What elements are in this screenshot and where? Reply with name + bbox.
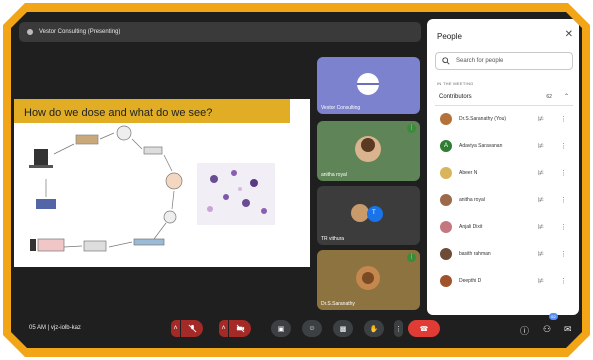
avatar: [440, 248, 452, 260]
tile-initial: T: [372, 210, 376, 216]
info-icon[interactable]: ⓘ: [520, 324, 529, 337]
captions-icon[interactable]: ▣: [271, 320, 291, 337]
panel-title: People: [437, 32, 462, 41]
mic-off-icon[interactable]: ⊭: [536, 115, 546, 123]
present-icon[interactable]: ▩: [333, 320, 353, 337]
more-icon[interactable]: ⋮: [560, 277, 567, 285]
mic-off-icon[interactable]: ⊭: [536, 250, 546, 258]
participant-name: Adaviya Saravanan: [459, 143, 503, 149]
participant-name: Deepthi D: [459, 278, 482, 284]
mic-off-icon[interactable]: ⊭: [536, 277, 546, 285]
shared-slide: How do we dose and what do we see?: [14, 99, 310, 267]
more-icon[interactable]: ⋮: [560, 115, 567, 123]
more-icon[interactable]: ⋮: [394, 320, 403, 337]
participant-tile[interactable]: ⋮ anitha royal: [317, 121, 420, 181]
raise-hand-icon[interactable]: ✋: [364, 320, 384, 337]
more-icon[interactable]: ⋮: [560, 250, 567, 258]
presenting-bar: Vestor Consulting (Presenting): [19, 22, 421, 42]
meeting-info: 05 AM | vjz-iolb-kaz: [29, 325, 81, 331]
search-input[interactable]: Search for people: [435, 52, 573, 70]
participant-name: basith rahman: [459, 251, 491, 257]
chevron-up-icon[interactable]: ⌃: [564, 93, 569, 100]
participant-name: Anjali Dixit: [459, 224, 483, 230]
participant-row[interactable]: Dr.S.Saranathy (You) ⊭ ⋮: [435, 110, 573, 128]
tile-name: anitha royal: [321, 172, 347, 178]
meeting-code: vjz-iolb-kaz: [50, 325, 81, 331]
participant-row[interactable]: Anjali Dixit ⊭ ⋮: [435, 218, 573, 236]
slide-diagram: [29, 125, 275, 252]
participant-row[interactable]: Abeer N ⊭ ⋮: [435, 164, 573, 182]
mic-off-icon[interactable]: ⊭: [536, 196, 546, 204]
presenter-avatar-icon: [27, 29, 33, 35]
in-meeting-label: IN THE MEETING: [437, 81, 474, 86]
tile-name: Dr.S.Saranathy: [321, 301, 355, 307]
contributors-label: Contributors: [439, 93, 472, 100]
presenting-label: Vestor Consulting (Presenting): [39, 29, 121, 35]
audio-indicator-icon: ⋮: [407, 253, 416, 262]
camera-off-icon[interactable]: [229, 320, 251, 337]
participant-name: Dr.S.Saranathy (You): [459, 116, 507, 122]
more-icon[interactable]: ⋮: [560, 169, 567, 177]
mic-options-button[interactable]: ˄: [171, 320, 180, 337]
participant-tile[interactable]: Vestor Consulting: [317, 57, 420, 114]
separator: |: [47, 325, 50, 331]
people-panel: People ✕ Search for people IN THE MEETIN…: [427, 19, 579, 315]
mic-off-icon[interactable]: ⊭: [536, 142, 546, 150]
participants-badge: 62: [549, 313, 558, 320]
more-icon[interactable]: ⋮: [560, 142, 567, 150]
avatar: [440, 194, 452, 206]
people-icon[interactable]: ⚇: [543, 324, 551, 335]
avatar: A: [440, 140, 452, 152]
contributors-header[interactable]: Contributors 62 ⌃: [435, 88, 573, 106]
participant-row[interactable]: basith rahman ⊭ ⋮: [435, 245, 573, 263]
participant-row[interactable]: Deepthi D ⊭ ⋮: [435, 272, 573, 290]
mic-off-icon[interactable]: ⊭: [536, 223, 546, 231]
participant-row[interactable]: anitha royal ⊭ ⋮: [435, 191, 573, 209]
participant-name: Abeer N: [459, 170, 478, 176]
avatar: [440, 275, 452, 287]
tile-name: Vestor Consulting: [321, 105, 361, 111]
process-diagram: [29, 125, 183, 252]
more-icon[interactable]: ⋮: [560, 196, 567, 204]
emoji-icon[interactable]: ☺: [302, 320, 322, 337]
meet-window: Vestor Consulting (Presenting) How do we…: [11, 12, 582, 348]
search-icon: [442, 57, 450, 65]
more-icon[interactable]: ⋮: [560, 223, 567, 231]
cell-micrograph: [197, 163, 275, 225]
camera-options-button[interactable]: ˄: [219, 320, 228, 337]
participant-tile[interactable]: T TR vithura: [317, 186, 420, 245]
avatar: [440, 221, 452, 233]
avatar: [440, 113, 452, 125]
meeting-time: 05 AM: [29, 325, 47, 331]
contributors-count: 62: [546, 93, 552, 100]
end-call-icon[interactable]: ☎: [408, 320, 440, 337]
participant-name: anitha royal: [459, 197, 485, 203]
chat-icon[interactable]: ✉: [564, 324, 572, 335]
mic-off-icon[interactable]: ⊭: [536, 169, 546, 177]
mic-off-icon[interactable]: [181, 320, 203, 337]
close-icon[interactable]: ✕: [565, 29, 573, 40]
tile-name: TR vithura: [321, 236, 345, 242]
avatar: [440, 167, 452, 179]
participant-row[interactable]: A Adaviya Saravanan ⊭ ⋮: [435, 137, 573, 155]
search-placeholder: Search for people: [456, 58, 504, 64]
participant-tile[interactable]: ⋮ Dr.S.Saranathy: [317, 250, 420, 310]
audio-indicator-icon: ⋮: [407, 124, 416, 133]
